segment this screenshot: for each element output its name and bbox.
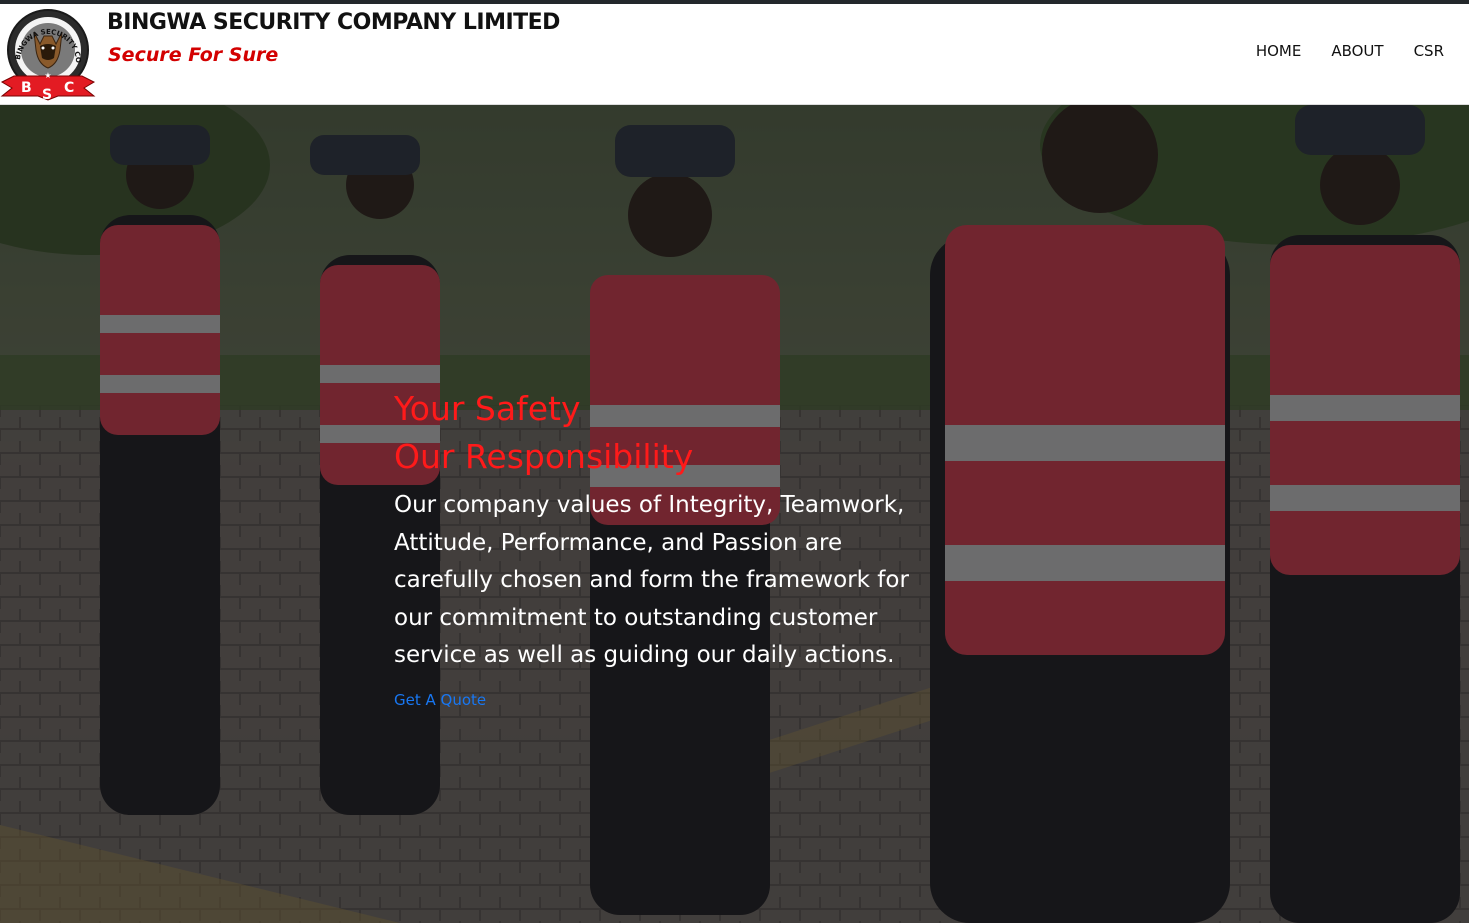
company-logo[interactable]: BINGWA SECURITY CO LTD B S C ★ [0,6,96,102]
site-header: BINGWA SECURITY CO LTD B S C ★ BINGWA SE… [0,4,1469,105]
main-navigation: HOME ABOUT CSR [1256,42,1444,60]
hero-content: Your Safety Our Responsibility Our compa… [394,385,934,709]
company-name: BINGWA SECURITY COMPANY LIMITED [107,10,560,35]
logo-letter-s: S [42,87,52,102]
get-a-quote-link[interactable]: Get A Quote [394,691,486,709]
logo-star-icon: ★ [44,71,51,80]
hero-headline-line2: Our Responsibility [394,437,694,476]
hero-description: Our company values of Integrity, Teamwor… [394,492,909,668]
logo-letter-c: C [64,80,74,96]
nav-home-link[interactable]: HOME [1256,42,1302,60]
nav-csr-link[interactable]: CSR [1414,42,1444,60]
hero-section: Your Safety Our Responsibility Our compa… [0,105,1469,923]
logo-letter-b: B [21,80,32,96]
hero-headline-line1: Your Safety [394,389,581,428]
company-tagline: Secure For Sure [108,44,279,66]
nav-about-link[interactable]: ABOUT [1331,42,1383,60]
